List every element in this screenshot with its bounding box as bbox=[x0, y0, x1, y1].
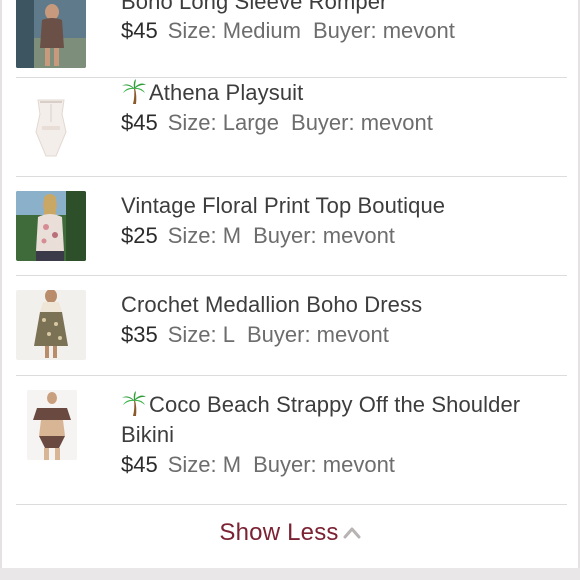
palm-tree-icon bbox=[122, 79, 146, 104]
listing-thumbnail[interactable] bbox=[16, 290, 86, 360]
show-less-button[interactable]: Show Less bbox=[2, 519, 578, 547]
listing-size: Size: Large bbox=[167, 110, 280, 135]
listing-price: $45 bbox=[121, 452, 158, 477]
listing-meta: $45 Size: Medium Buyer: mevont bbox=[121, 16, 563, 46]
show-less-label: Show Less bbox=[219, 519, 339, 546]
listing-thumbnail[interactable] bbox=[27, 390, 77, 460]
listing-thumbnail[interactable] bbox=[16, 191, 86, 261]
listing-title[interactable]: Crochet Medallion Boho Dress bbox=[121, 290, 563, 320]
listing-size: Size: M bbox=[167, 223, 242, 248]
listing-meta: $45 Size: Large Buyer: mevont bbox=[121, 108, 563, 138]
sold-listings-panel: Boho Long Sleeve Romper $45 Size: Medium B… bbox=[0, 0, 580, 568]
list-item[interactable]: Vintage Floral Print Top Boutique $25 Siz… bbox=[16, 177, 567, 276]
sold-listings-list: Boho Long Sleeve Romper $45 Size: Medium B… bbox=[2, 0, 578, 505]
chevron-up-icon bbox=[343, 527, 361, 539]
listing-meta: $25 Size: M Buyer: mevont bbox=[121, 221, 563, 251]
listing-size: Size: L bbox=[167, 322, 235, 347]
listing-price: $45 bbox=[121, 110, 158, 135]
listing-meta: $35 Size: L Buyer: mevont bbox=[121, 320, 563, 350]
listing-size: Size: Medium bbox=[167, 18, 301, 43]
listing-meta: $45 Size: M Buyer: mevont bbox=[121, 450, 563, 480]
listing-size: Size: M bbox=[167, 452, 242, 477]
list-item[interactable]: Boho Long Sleeve Romper $45 Size: Medium B… bbox=[16, 0, 567, 78]
palm-tree-icon bbox=[122, 391, 146, 416]
listing-title[interactable]: Vintage Floral Print Top Boutique bbox=[121, 191, 563, 221]
listing-price: $35 bbox=[121, 322, 158, 347]
listing-buyer: Buyer: mevont bbox=[253, 452, 395, 477]
list-item[interactable]: Crochet Medallion Boho Dress $35 Size: L B… bbox=[16, 276, 567, 376]
listing-title[interactable]: Athena Playsuit bbox=[121, 78, 563, 108]
listing-buyer: Buyer: mevont bbox=[291, 110, 433, 135]
listing-buyer: Buyer: mevont bbox=[313, 18, 455, 43]
listing-price: $25 bbox=[121, 223, 158, 248]
listing-thumbnail[interactable] bbox=[16, 92, 86, 162]
listing-title[interactable]: Boho Long Sleeve Romper bbox=[121, 0, 563, 17]
listing-buyer: Buyer: mevont bbox=[253, 223, 395, 248]
listing-title-text[interactable]: Athena Playsuit bbox=[149, 80, 303, 105]
brown-bikini-image bbox=[27, 390, 77, 460]
white-playsuit-image bbox=[16, 92, 86, 162]
listing-price: $45 bbox=[121, 18, 158, 43]
woman-in-boho-dress-image bbox=[16, 290, 86, 360]
listing-title-text[interactable]: Coco Beach Strappy Off the Shoulder Biki… bbox=[121, 392, 520, 447]
woman-in-floral-top-image bbox=[16, 191, 86, 261]
listing-buyer: Buyer: mevont bbox=[246, 322, 389, 347]
page-bottom-edge bbox=[0, 568, 580, 580]
listing-title[interactable]: Coco Beach Strappy Off the Shoulder Biki… bbox=[121, 390, 563, 450]
listing-thumbnail[interactable] bbox=[16, 0, 86, 68]
list-item[interactable]: Athena Playsuit $45 Size: Large Buyer: mev… bbox=[16, 78, 567, 177]
woman-in-romper-image bbox=[16, 0, 86, 68]
list-item[interactable]: Coco Beach Strappy Off the Shoulder Biki… bbox=[16, 376, 567, 505]
